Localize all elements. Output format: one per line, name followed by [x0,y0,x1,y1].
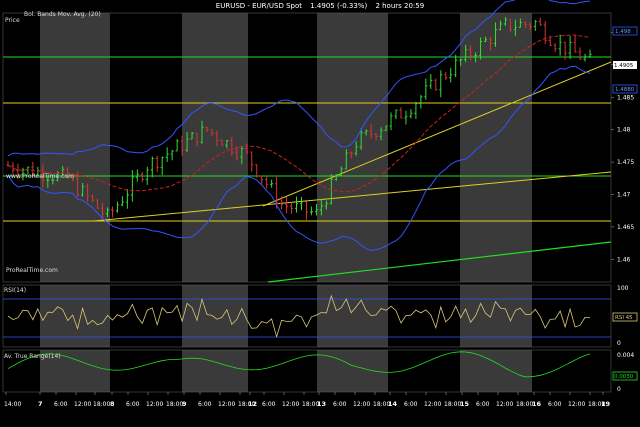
trendline-yellow-steep [262,61,612,207]
price-legend: Bol. Bands Mov. Avg. (20) [24,11,101,18]
atr-axis-top: 0.004 [617,352,634,359]
x-axis-time: 12:00 [424,401,441,408]
rsi-axis-top: 100 [617,285,629,292]
x-axis-time: 6:00 [54,401,68,408]
session-shade [40,285,110,347]
session-shade [182,350,248,392]
session-shade [460,350,532,392]
x-axis-time: 6:00 [548,401,562,408]
x-axis-day: 14 [388,400,398,408]
x-axis-time: 18:00 [93,401,110,408]
atr-tag-text: 0.0030 [614,374,634,380]
x-axis-time: 12:00 [146,401,163,408]
atr-axis-bottom: 0 [617,386,621,393]
x-axis-time: 12:00 [282,401,299,408]
session-shade [460,285,532,347]
x-axis-day: 16 [532,400,542,408]
price-axis-label: 1.46 [617,256,631,263]
watermark-bottom: ProRealTime.com [6,267,58,274]
session-shade [317,350,388,392]
price-panel-label: Price [5,17,20,24]
x-axis-time: 18:00 [516,401,533,408]
session-shade [317,285,388,347]
x-axis-day: 15 [460,400,470,408]
x-axis-day: 8 [110,400,115,408]
x-axis-time: 18:00 [444,401,461,408]
x-axis-time: 18:00 [166,401,183,408]
price-axis-label: 1.475 [617,159,634,166]
x-axis-time: 6:00 [126,401,140,408]
rsi-tag-text: RSI 45 [615,315,633,321]
tag-last-price-text: 1.4905 [614,63,634,69]
chart-canvas[interactable]: 1.4951.491.4851.481.4751.471.4651.461.49… [0,0,640,427]
tag-lower-band-text: 1.4880 [615,87,635,93]
rsi-label: RSI(14) [4,287,26,294]
x-axis-time: 12:00 [496,401,513,408]
x-axis-time: 12:00 [353,401,370,408]
x-axis-time: 14:00 [4,401,21,408]
tag-upper-band-text: 1.498 [615,29,631,35]
atr-label: Av. True Range(14) [4,353,61,360]
session-shade [182,13,248,282]
price-axis-label: 1.465 [617,224,634,231]
x-axis-time: 6:00 [262,401,276,408]
x-axis-time: 12:00 [218,401,235,408]
x-axis-time: 6:00 [198,401,212,408]
x-axis-day: 9 [182,400,187,408]
x-axis-day: 19 [601,400,611,408]
x-axis-time: 12:00 [568,401,585,408]
x-axis-time: 12:00 [74,401,91,408]
x-axis-time: 6:00 [476,401,490,408]
x-axis-day: 7 [38,400,43,408]
price-axis-label: 1.48 [617,127,631,134]
price-axis-label: 1.47 [617,191,631,198]
rsi-axis-bottom: 0 [617,340,621,347]
x-axis-day: 12 [248,400,257,408]
x-axis-time: 6:00 [333,401,347,408]
x-axis-time: 6:00 [404,401,418,408]
x-axis-day: 13 [317,400,326,408]
watermark: www.ProRealTime.com [6,173,74,180]
price-axis-label: 1.485 [617,94,634,101]
session-shade [40,13,110,282]
